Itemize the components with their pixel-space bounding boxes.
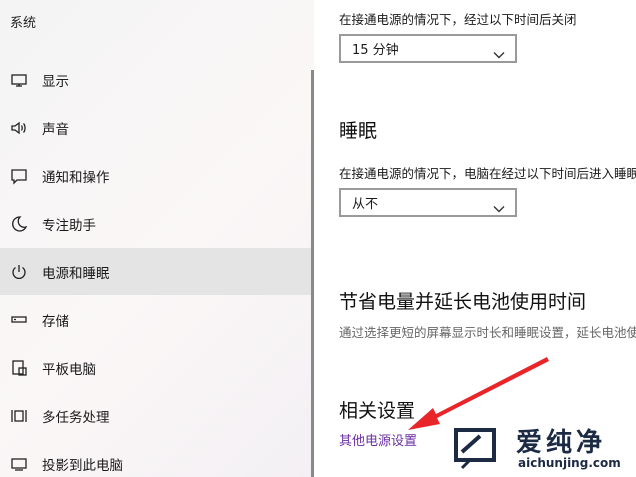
sidebar-item-label: 存储	[42, 313, 69, 330]
sleep-plugged-label: 在接通电源的情况下，电脑在经过以下时间后进入睡眠状态	[339, 166, 636, 181]
sidebar-title: 系统	[10, 16, 37, 31]
power-icon	[10, 263, 28, 281]
sidebar-item-focus-assist[interactable]: 专注助手	[0, 200, 314, 247]
sidebar-item-storage[interactable]: 存储	[0, 296, 314, 343]
watermark: 爱纯净 aichunjing.com	[446, 420, 636, 477]
battery-description: 通过选择更短的屏幕显示时长和睡眠设置，延长电池使用时间。	[339, 325, 636, 340]
storage-icon	[10, 311, 28, 329]
sidebar-item-notifications[interactable]: 通知和操作	[0, 152, 314, 199]
sidebar-item-tablet[interactable]: 平板电脑	[0, 344, 314, 391]
tablet-icon	[10, 359, 28, 377]
watermark-cn: 爱纯净	[516, 428, 607, 458]
other-power-settings-link[interactable]: 其他电源设置	[339, 430, 417, 449]
sleep-timeout-dropdown[interactable]: 从不	[339, 188, 517, 217]
related-settings-heading: 相关设置	[339, 400, 416, 422]
battery-heading: 节省电量并延长电池使用时间	[339, 291, 587, 313]
sleep-heading: 睡眠	[339, 120, 378, 142]
moon-icon	[10, 215, 28, 233]
sidebar-item-sound[interactable]: 声音	[0, 104, 314, 151]
monitor-icon	[10, 71, 28, 89]
chevron-down-icon	[493, 198, 505, 213]
speaker-icon	[10, 119, 28, 137]
watermark-logo-icon	[454, 428, 496, 470]
sidebar-item-label: 专注助手	[42, 217, 96, 234]
sleep-timeout-value: 从不	[352, 197, 379, 212]
sidebar-item-label: 投影到此电脑	[42, 457, 123, 474]
sidebar: 系统 显示 声音 通知和操作 专注助手 电源和睡眠 存储 平板电脑 多任务处理 …	[0, 0, 314, 477]
screen-timeout-dropdown[interactable]: 15 分钟	[339, 34, 517, 63]
sidebar-item-project[interactable]: 投影到此电脑	[0, 440, 314, 477]
multitask-icon	[10, 407, 28, 425]
main-content: 在接通电源的情况下，经过以下时间后关闭 15 分钟 睡眠 在接通电源的情况下，电…	[314, 0, 636, 477]
screen-timeout-value: 15 分钟	[352, 43, 399, 58]
sidebar-item-label: 多任务处理	[42, 409, 110, 426]
watermark-en: aichunjing.com	[518, 456, 621, 470]
sidebar-item-label: 电源和睡眠	[42, 265, 110, 282]
sidebar-item-label: 通知和操作	[42, 169, 110, 186]
screen-plugged-label: 在接通电源的情况下，经过以下时间后关闭	[339, 12, 577, 27]
sidebar-item-display[interactable]: 显示	[0, 56, 314, 103]
project-icon	[10, 455, 28, 473]
sidebar-item-label: 平板电脑	[42, 361, 96, 378]
sidebar-item-label: 声音	[42, 121, 69, 138]
chevron-down-icon	[493, 44, 505, 59]
sidebar-item-power-sleep[interactable]: 电源和睡眠	[0, 248, 314, 295]
sidebar-item-multitasking[interactable]: 多任务处理	[0, 392, 314, 439]
sidebar-item-label: 显示	[42, 73, 69, 90]
notification-icon	[10, 167, 28, 185]
